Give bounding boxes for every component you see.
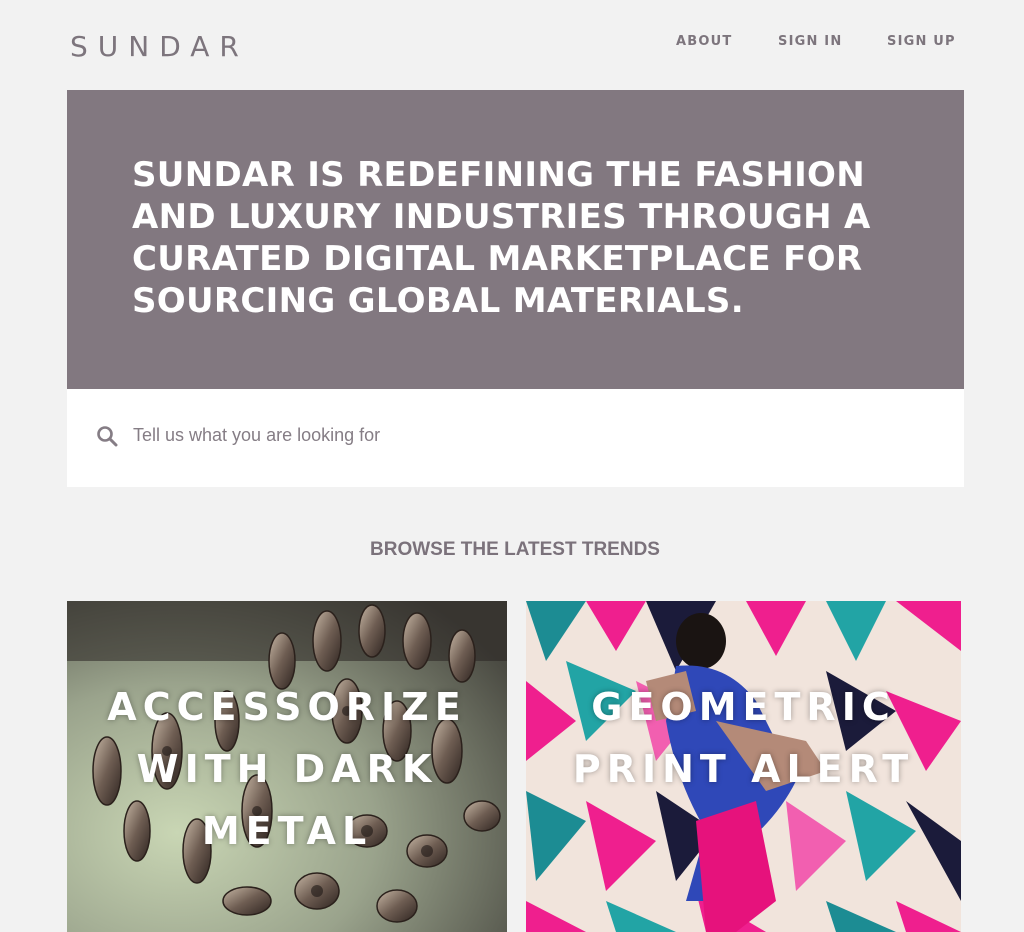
trend-card-title: GEOMETRIC PRINT ALERT xyxy=(572,685,915,791)
site-logo[interactable]: SUNDAR xyxy=(70,30,249,63)
search-icon xyxy=(97,426,118,447)
nav-sign-up-link[interactable]: SIGN UP xyxy=(887,34,956,49)
trend-card-title: ACCESSORIZE WITH DARK METAL xyxy=(107,685,467,853)
trend-card-dark-metal[interactable]: ACCESSORIZE WITH DARK METAL xyxy=(67,601,507,932)
trend-card-geometric-print[interactable]: GEOMETRIC PRINT ALERT xyxy=(526,601,961,932)
hero-title: SUNDAR IS REDEFINING THE FASHION AND LUX… xyxy=(132,155,871,321)
nav-sign-in-link[interactable]: SIGN IN xyxy=(778,34,842,49)
section-title: BROWSE THE LATEST TRENDS xyxy=(370,539,660,560)
nav-about-link[interactable]: ABOUT xyxy=(676,34,732,49)
hero-banner: SUNDAR IS REDEFINING THE FASHION AND LUX… xyxy=(67,90,964,389)
site-header: SUNDAR ABOUT SIGN IN SIGN UP xyxy=(0,0,1024,90)
search-input[interactable] xyxy=(133,420,913,450)
